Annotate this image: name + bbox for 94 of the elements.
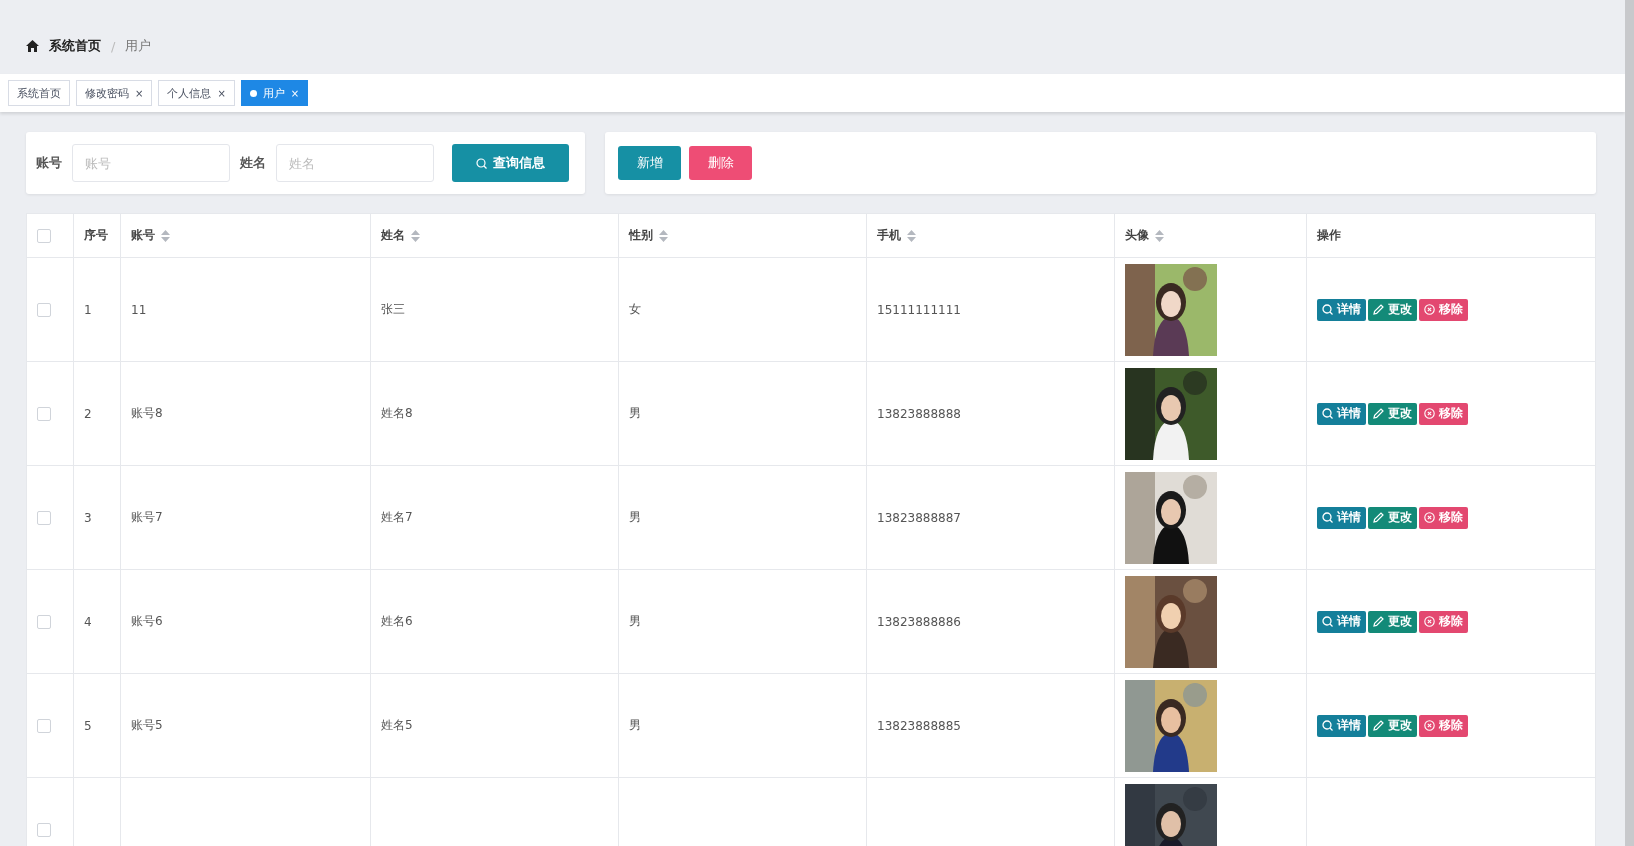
table-cell: 13823888886 — [866, 569, 1115, 674]
sort-icon[interactable] — [411, 229, 420, 242]
detail-button[interactable]: 详情 — [1317, 402, 1366, 425]
checkbox[interactable] — [37, 614, 51, 629]
detail-button[interactable]: 详情 — [1317, 610, 1366, 633]
search-icon — [1322, 304, 1333, 315]
table-cell: 男 — [618, 569, 867, 674]
table-cell: 1 — [73, 257, 121, 362]
checkbox[interactable] — [37, 302, 51, 317]
sort-icon[interactable] — [1155, 229, 1164, 242]
checkbox[interactable] — [37, 406, 51, 421]
search-icon — [476, 157, 487, 169]
search-icon — [1322, 512, 1333, 523]
column-header: 头像 — [1114, 213, 1307, 258]
table-cell: 5 — [73, 673, 121, 778]
breadcrumb-separator: / — [111, 38, 116, 54]
table-cell: 女 — [618, 257, 867, 362]
pencil-icon — [1373, 408, 1384, 419]
edit-button[interactable]: 更改 — [1368, 298, 1417, 321]
table-cell: 男 — [618, 673, 867, 778]
table-cell: 13823888887 — [866, 465, 1115, 570]
table-cell: 姓名8 — [370, 361, 619, 466]
edit-button[interactable]: 更改 — [1368, 610, 1417, 633]
tab[interactable]: 系统首页 — [8, 80, 70, 106]
table-cell: 4 — [73, 569, 121, 674]
sort-icon[interactable] — [659, 229, 668, 242]
sort-icon[interactable] — [907, 229, 916, 242]
remove-button[interactable]: 移除 — [1419, 506, 1468, 529]
checkbox[interactable] — [37, 718, 51, 733]
dot-icon — [249, 89, 257, 97]
search-button[interactable]: 查询信息 — [452, 144, 569, 182]
table-cell: 11 — [120, 257, 371, 362]
table-cell: 姓名5 — [370, 673, 619, 778]
input-field[interactable]: 账号 — [72, 144, 230, 182]
remove-button[interactable]: 移除 — [1419, 714, 1468, 737]
table-cell: 账号6 — [120, 569, 371, 674]
checkbox[interactable] — [37, 510, 51, 525]
field-label: 姓名 — [240, 154, 266, 172]
delete-button[interactable]: 删除 — [689, 146, 752, 180]
pencil-icon — [1373, 720, 1384, 731]
remove-button[interactable]: 移除 — [1419, 298, 1468, 321]
checkbox[interactable] — [37, 228, 51, 243]
column-header: 姓名 — [370, 213, 619, 258]
search-icon — [1322, 408, 1333, 419]
remove-button[interactable]: 移除 — [1419, 610, 1468, 633]
table-cell: 姓名6 — [370, 569, 619, 674]
table-cell: 3 — [73, 465, 121, 570]
search-icon — [1322, 720, 1333, 731]
column-header: 序号 — [73, 213, 121, 258]
close-icon — [1424, 512, 1435, 523]
table-cell: 姓名7 — [370, 465, 619, 570]
breadcrumb-current: 用户 — [125, 37, 152, 55]
table-cell: 张三 — [370, 257, 619, 362]
add-button[interactable]: 新增 — [618, 146, 681, 180]
table-cell: 账号8 — [120, 361, 371, 466]
search-icon — [1322, 616, 1333, 627]
table-cell: 账号7 — [120, 465, 371, 570]
close-icon[interactable]: × — [290, 87, 300, 99]
table-cell: 13823888885 — [866, 673, 1115, 778]
close-icon — [1424, 408, 1435, 419]
close-icon — [1424, 720, 1435, 731]
breadcrumb-link[interactable]: 系统首页 — [49, 37, 101, 55]
tab[interactable]: 修改密码 × — [76, 80, 153, 106]
column-header: 性别 — [618, 213, 867, 258]
close-icon — [1424, 304, 1435, 315]
tab[interactable]: 用户 × — [240, 80, 309, 106]
table-cell: 男 — [618, 465, 867, 570]
sort-icon[interactable] — [161, 229, 170, 242]
table-cell: 男 — [618, 361, 867, 466]
column-header: 手机 — [866, 213, 1115, 258]
input-field[interactable]: 姓名 — [276, 144, 434, 182]
field-label: 账号 — [36, 154, 62, 172]
checkbox[interactable] — [37, 822, 51, 837]
detail-button[interactable]: 详情 — [1317, 298, 1366, 321]
detail-button[interactable]: 详情 — [1317, 714, 1366, 737]
pencil-icon — [1373, 616, 1384, 627]
close-icon — [1424, 616, 1435, 627]
close-icon[interactable]: × — [217, 87, 226, 99]
table-cell: 15111111111 — [866, 257, 1115, 362]
edit-button[interactable]: 更改 — [1368, 402, 1417, 425]
pencil-icon — [1373, 512, 1384, 523]
table-cell: 账号5 — [120, 673, 371, 778]
column-header: 账号 — [120, 213, 371, 258]
edit-button[interactable]: 更改 — [1368, 506, 1417, 529]
tab[interactable]: 个人信息 × — [158, 80, 235, 106]
close-icon[interactable]: × — [135, 87, 144, 99]
remove-button[interactable]: 移除 — [1419, 402, 1468, 425]
edit-button[interactable]: 更改 — [1368, 714, 1417, 737]
detail-button[interactable]: 详情 — [1317, 506, 1366, 529]
pencil-icon — [1373, 304, 1384, 315]
table-cell: 2 — [73, 361, 121, 466]
home-icon — [26, 40, 39, 52]
table-cell: 13823888888 — [866, 361, 1115, 466]
column-header: 操作 — [1306, 213, 1596, 258]
